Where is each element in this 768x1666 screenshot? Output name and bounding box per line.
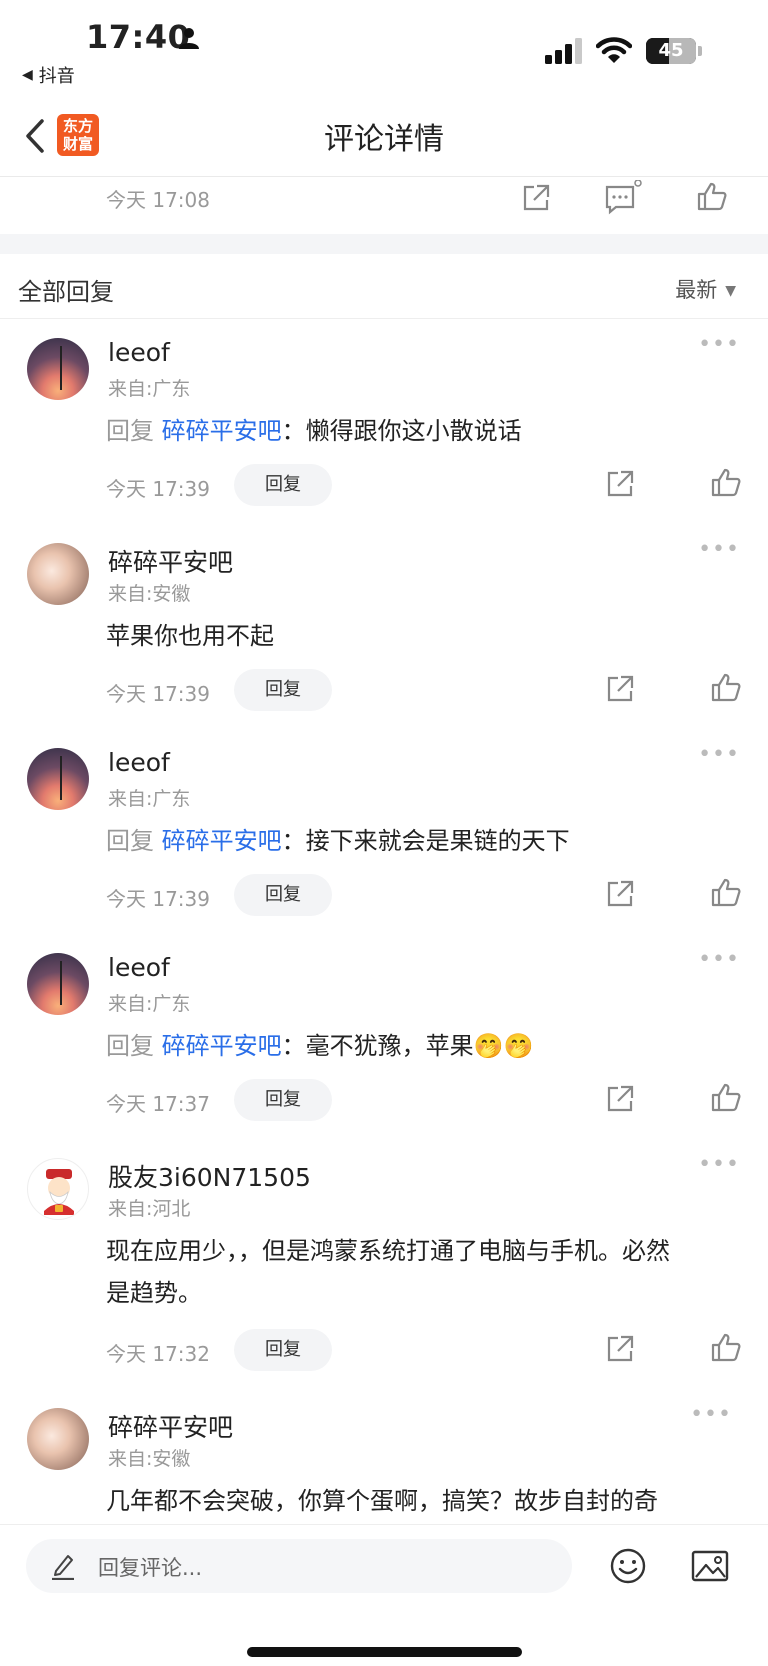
share-icon[interactable] [604,1333,636,1365]
share-icon[interactable] [604,1083,636,1115]
avatar[interactable] [27,953,89,1015]
mention-link[interactable]: 碎碎平安吧 [162,1032,282,1060]
mention-link[interactable]: 碎碎平安吧 [162,827,282,855]
more-options-icon[interactable]: ••• [690,1402,732,1427]
caret-down-icon: ▼ [725,283,736,299]
reply-input[interactable]: 回复评论... [26,1539,572,1593]
reply-button[interactable]: 回复 [234,464,332,506]
status-bar: 17:40 ◀ 抖音 45 [0,0,768,100]
list-item: leeof 来自:广东 ••• 回复 碎碎平安吧：接下来就会是果链的天下 今天 … [0,728,768,933]
like-icon[interactable] [696,180,728,212]
comment-text: 苹果你也用不起 [106,622,274,650]
pencil-icon [52,1555,74,1580]
home-indicator [247,1647,522,1657]
back-to-app-link[interactable]: ◀ 抖音 [22,62,75,88]
avatar[interactable] [27,338,89,400]
like-icon[interactable] [710,466,742,498]
username[interactable]: 碎碎平安吧 [108,1408,233,1444]
back-app-label: 抖音 [38,66,75,87]
comment-time: 今天 17:39 [106,682,210,706]
avatar[interactable] [27,1158,89,1220]
comment-text: 回复 碎碎平安吧：懒得跟你这小散说话 [106,417,522,445]
like-icon[interactable] [710,876,742,908]
mention-link[interactable]: 碎碎平安吧 [162,417,282,445]
comment-text: 几年都不会突破，你算个蛋啊，搞笑？故步自封的奇 [106,1487,658,1515]
location-label: 来自:广东 [108,788,191,810]
list-item: leeof 来自:广东 ••• 回复 碎碎平安吧：懒得跟你这小散说话 今天 17… [0,318,768,523]
username[interactable]: leeof [108,338,170,367]
like-icon[interactable] [710,1081,742,1113]
share-icon[interactable] [520,182,552,214]
more-options-icon[interactable]: ••• [698,947,740,972]
all-replies-label: 全部回复 [18,278,114,306]
wifi-icon [596,37,632,63]
avatar[interactable] [27,543,89,605]
nav-header: 东方 财富 评论详情 [0,100,768,177]
cellular-signal-icon [545,38,582,64]
location-label: 来自:广东 [108,993,191,1015]
list-item: 股友3i60N71505 来自:河北 ••• 现在应用少，，但是鸿蒙系统打通了电… [0,1138,768,1388]
comment-time: 今天 17:32 [106,1342,210,1366]
location-label: 来自:安徽 [108,1448,191,1470]
like-icon[interactable] [710,671,742,703]
sort-label: 最新 [675,278,718,302]
username[interactable]: leeof [108,953,170,982]
location-label: 来自:广东 [108,378,191,400]
like-icon[interactable] [710,1331,742,1363]
avatar[interactable] [27,1408,89,1470]
more-options-icon[interactable]: ••• [698,537,740,562]
comment-text: 回复 碎碎平安吧：毫不犹豫，苹果🤭🤭 [106,1032,534,1060]
more-options-icon[interactable]: ••• [698,332,740,357]
sort-dropdown[interactable]: 最新 ▼ [675,274,736,304]
reply-button[interactable]: 回复 [234,874,332,916]
reply-input-bar: 回复评论... [0,1524,768,1666]
share-icon[interactable] [604,878,636,910]
replies-header: 全部回复 最新 ▼ [0,254,768,319]
parent-comment-footer: 今天 17:08 [0,176,768,234]
location-label: 来自:安徽 [108,583,191,605]
location-label: 来自:河北 [108,1198,191,1220]
comment-text: 回复 碎碎平安吧：接下来就会是果链的天下 [106,827,570,855]
image-icon[interactable] [691,1549,729,1583]
reply-button[interactable]: 回复 [234,1329,332,1371]
avatar[interactable] [27,748,89,810]
person-icon [179,28,199,49]
list-item: leeof 来自:广东 ••• 回复 碎碎平安吧：毫不犹豫，苹果🤭🤭 今天 17… [0,933,768,1138]
reply-button[interactable]: 回复 [234,669,332,711]
username[interactable]: leeof [108,748,170,777]
emoji-icon[interactable] [609,1547,647,1585]
battery-level: 45 [658,40,684,61]
comment-text: 现在应用少，，但是鸿蒙系统打通了电脑与手机。必然 是趋势。 [106,1237,670,1307]
share-icon[interactable] [604,673,636,705]
reply-input-placeholder: 回复评论... [98,1556,203,1580]
god-of-wealth-icon [44,1169,74,1215]
reply-button[interactable]: 回复 [234,1079,332,1121]
more-options-icon[interactable]: ••• [698,742,740,767]
comment-icon[interactable] [604,180,644,216]
more-options-icon[interactable]: ••• [698,1152,740,1177]
username[interactable]: 股友3i60N71505 [108,1158,311,1194]
page-title: 评论详情 [324,122,444,157]
username[interactable]: 碎碎平安吧 [108,543,233,579]
section-divider [0,234,768,254]
comment-time: 今天 17:37 [106,1092,210,1116]
parent-comment-time: 今天 17:08 [106,188,210,212]
status-time: 17:40 [86,18,191,56]
list-item: 碎碎平安吧 来自:安徽 ••• 苹果你也用不起 今天 17:39 回复 [0,523,768,728]
list-item: 碎碎平安吧 来自:安徽 ••• 几年都不会突破，你算个蛋啊，搞笑？故步自封的奇 [0,1388,768,1524]
battery-indicator: 45 [646,38,702,64]
back-triangle-icon: ◀ [22,67,33,83]
comment-time: 今天 17:39 [106,477,210,501]
share-icon[interactable] [604,468,636,500]
comment-time: 今天 17:39 [106,887,210,911]
